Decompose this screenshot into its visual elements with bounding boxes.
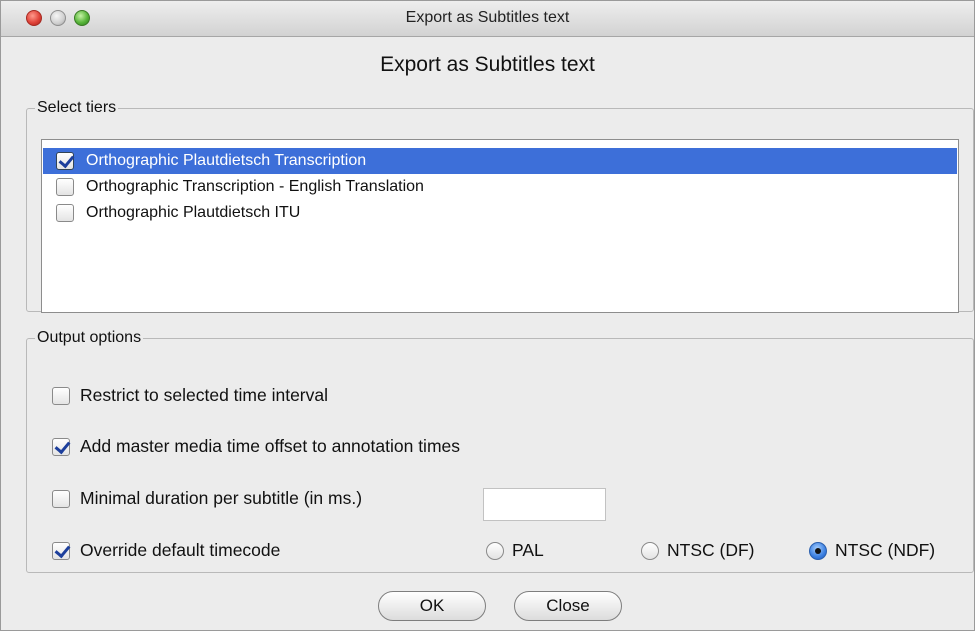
tier-list[interactable]: Orthographic Plautdietsch Transcription …	[41, 139, 959, 313]
override-timecode-checkbox[interactable]	[52, 541, 70, 560]
output-options-legend: Output options	[37, 329, 142, 346]
master-offset-label: Add master media time offset to annotati…	[80, 436, 461, 456]
title-bar[interactable]: Export as Subtitles text	[1, 1, 974, 37]
export-subtitles-dialog: Export as Subtitles text Export as Subti…	[0, 0, 975, 631]
min-duration-checkbox[interactable]	[52, 489, 70, 508]
radio-ntsc-ndf-label: NTSC (NDF)	[835, 540, 936, 560]
tier-checkbox[interactable]	[56, 178, 74, 196]
window-title: Export as Subtitles text	[405, 9, 570, 26]
timecode-ntsc-df-radio[interactable]: NTSC (DF)	[641, 540, 754, 561]
timecode-ntsc-ndf-radio[interactable]: NTSC (NDF)	[809, 540, 935, 561]
radio-pal-indicator[interactable]	[486, 541, 504, 560]
select-tiers-group: Select tiers Orthographic Plautdietsch T…	[26, 99, 974, 313]
radio-ntsc-df-label: NTSC (DF)	[667, 540, 755, 560]
timecode-pal-radio[interactable]: PAL	[486, 540, 544, 561]
radio-ntsc-df-indicator[interactable]	[641, 541, 659, 560]
ok-button[interactable]: OK	[378, 591, 486, 621]
tier-checkbox[interactable]	[56, 204, 74, 222]
tier-label: Orthographic Transcription - English Tra…	[86, 178, 424, 195]
tier-row[interactable]: Orthographic Plautdietsch Transcription	[43, 148, 957, 174]
radio-pal-label: PAL	[512, 540, 544, 560]
restrict-interval-option[interactable]: Restrict to selected time interval	[52, 385, 328, 406]
tier-row[interactable]: Orthographic Transcription - English Tra…	[43, 174, 957, 200]
output-options-group: Output options Restrict to selected time…	[26, 329, 974, 573]
min-duration-label: Minimal duration per subtitle (in ms.)	[80, 488, 363, 508]
dialog-heading: Export as Subtitles text	[380, 53, 595, 76]
tier-row[interactable]: Orthographic Plautdietsch ITU	[43, 200, 957, 226]
radio-ntsc-ndf-indicator[interactable]	[809, 541, 827, 560]
tier-label: Orthographic Plautdietsch ITU	[86, 204, 301, 221]
restrict-interval-label: Restrict to selected time interval	[80, 385, 329, 405]
close-button[interactable]: Close	[514, 591, 622, 621]
override-timecode-label: Override default timecode	[80, 540, 281, 560]
override-timecode-option[interactable]: Override default timecode	[52, 540, 280, 561]
master-offset-option[interactable]: Add master media time offset to annotati…	[52, 436, 460, 457]
min-duration-option[interactable]: Minimal duration per subtitle (in ms.)	[52, 488, 362, 509]
tier-label: Orthographic Plautdietsch Transcription	[86, 152, 367, 169]
select-tiers-legend: Select tiers	[37, 99, 117, 116]
restrict-interval-checkbox[interactable]	[52, 386, 70, 405]
master-offset-checkbox[interactable]	[52, 437, 70, 456]
tier-checkbox[interactable]	[56, 152, 74, 170]
min-duration-input[interactable]	[483, 488, 606, 521]
